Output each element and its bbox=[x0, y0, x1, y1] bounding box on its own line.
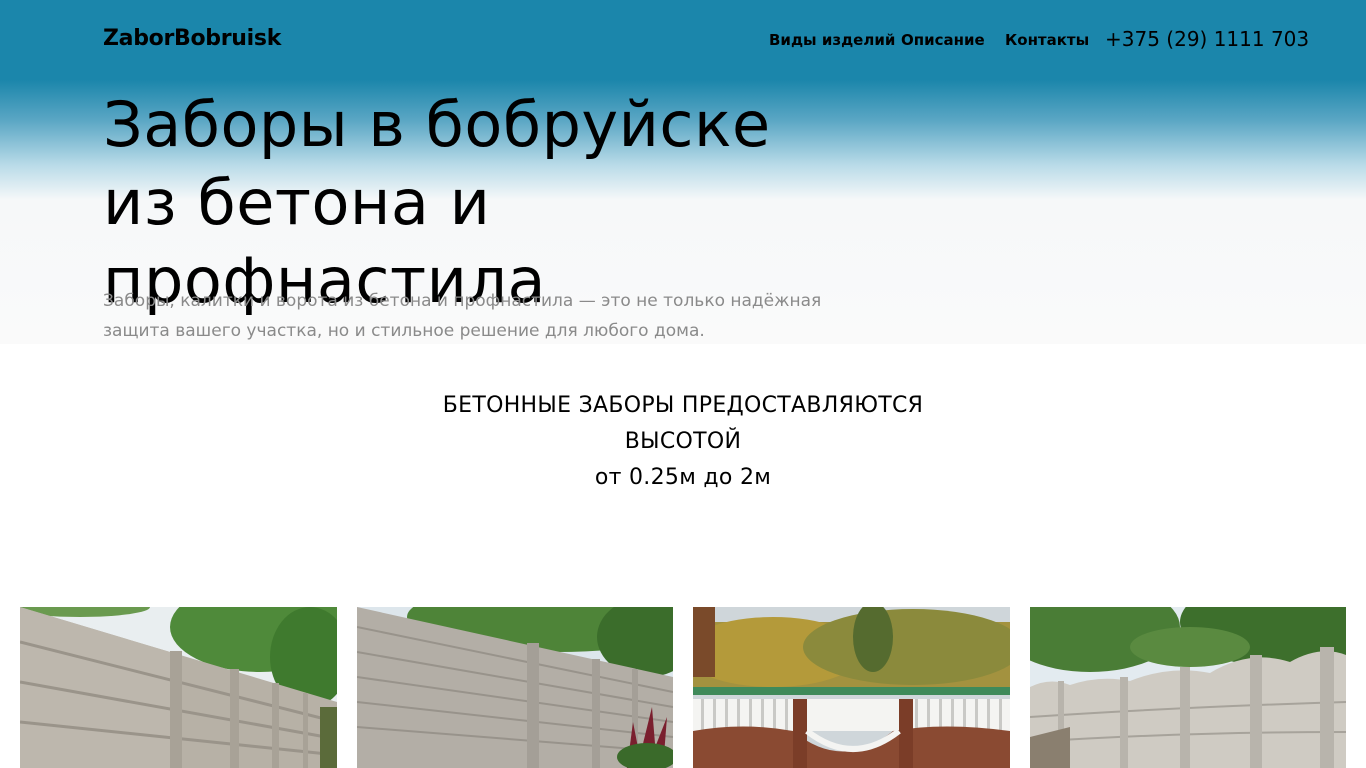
heights-range: от 0.25м до 2м bbox=[594, 465, 772, 490]
heights-heading-line-2: ВЫСОТОЙ bbox=[624, 429, 742, 454]
nav-link-products[interactable]: Виды изделий bbox=[769, 31, 895, 49]
fence-photo-picket[interactable] bbox=[693, 607, 1010, 768]
heights-heading-line-1: БЕТОННЫЕ ЗАБОРЫ ПРЕДОСТАВЛЯЮТСЯ bbox=[442, 393, 924, 418]
fence-gallery bbox=[20, 607, 1346, 768]
hero-description: Заборы, калитки и ворота из бетона и про… bbox=[103, 291, 822, 341]
fence-photo-stone-image bbox=[20, 607, 337, 768]
fence-photo-woven[interactable] bbox=[357, 607, 673, 768]
hero-title: Заборы в бобруйске из бетона и профнасти… bbox=[103, 88, 771, 317]
heights-section: БЕТОННЫЕ ЗАБОРЫ ПРЕДОСТАВЛЯЮТСЯ ВЫСОТОЙ … bbox=[383, 388, 983, 496]
fence-photo-stone[interactable] bbox=[20, 607, 337, 768]
fence-photo-picket-image bbox=[693, 607, 1010, 768]
nav-link-description[interactable]: Описание bbox=[901, 31, 985, 49]
site-logo[interactable]: ZaborBobruisk bbox=[103, 26, 281, 51]
fence-photo-curved[interactable] bbox=[1030, 607, 1346, 768]
fence-photo-curved-image bbox=[1030, 607, 1346, 768]
nav-link-contacts[interactable]: Контакты bbox=[1005, 31, 1089, 49]
fence-photo-woven-image bbox=[357, 607, 673, 768]
phone-link[interactable]: +375 (29) 1111 703 bbox=[1105, 27, 1309, 51]
